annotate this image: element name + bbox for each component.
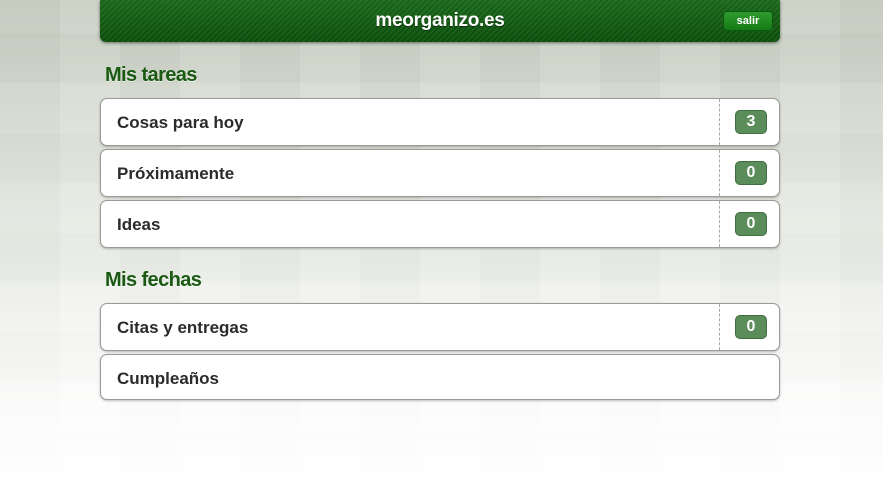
- logout-button[interactable]: salir: [723, 11, 773, 31]
- count-badge: 0: [735, 212, 767, 236]
- list-item-label: Próximamente: [117, 164, 235, 183]
- list-item-today[interactable]: Cosas para hoy 3: [100, 98, 780, 146]
- count-badge: 0: [735, 161, 767, 185]
- header-bar: meorganizo.es salir: [100, 0, 780, 42]
- list-item-birthdays[interactable]: Cumpleaños: [100, 354, 780, 400]
- list-item-ideas[interactable]: Ideas 0: [100, 200, 780, 248]
- brand-title: meorganizo.es: [375, 10, 505, 31]
- divider: [719, 201, 720, 247]
- list-item-appointments[interactable]: Citas y entregas 0: [100, 303, 780, 351]
- section-title-tasks: Mis tareas: [105, 64, 197, 86]
- list-item-label: Cumpleaños: [117, 369, 220, 388]
- divider: [719, 99, 720, 145]
- list-item-label: Ideas: [117, 215, 161, 234]
- section-title-dates: Mis fechas: [105, 269, 202, 291]
- list-item-label: Citas y entregas: [117, 318, 249, 337]
- count-badge: 0: [735, 315, 767, 339]
- app-container: meorganizo.es salir Mis tareas Cosas par…: [100, 0, 780, 400]
- count-badge: 3: [735, 110, 767, 134]
- divider: [719, 304, 720, 350]
- list-item-label: Cosas para hoy: [117, 113, 244, 132]
- list-item-upcoming[interactable]: Próximamente 0: [100, 149, 780, 197]
- divider: [719, 150, 720, 196]
